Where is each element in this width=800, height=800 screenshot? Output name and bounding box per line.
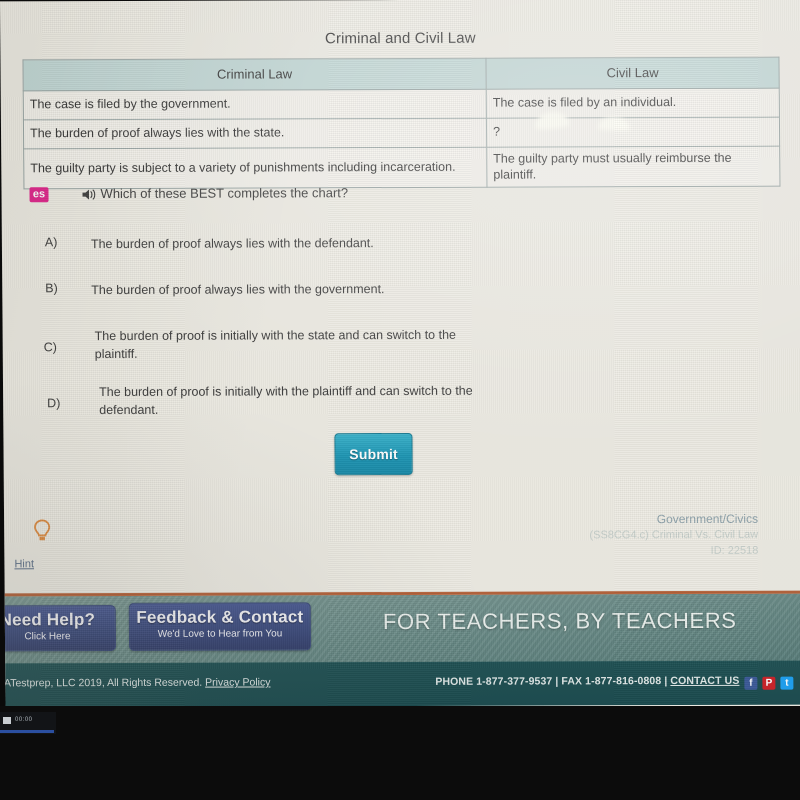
page-title: Criminal and Civil Law [324, 29, 476, 48]
table-header-row: Criminal Law Civil Law [22, 57, 780, 91]
taskbar-sliver[interactable]: 00:00 [0, 712, 56, 734]
copyright-label: USATestprep, LLC 2019, All Rights Reserv… [0, 676, 203, 690]
cell-civil-filed-by: The case is filed by an individual. [486, 88, 780, 119]
phone-fax-text: PHONE 1-877-377-9537 | FAX 1-877-816-080… [435, 675, 671, 688]
contact-info: PHONE 1-877-377-9537 | FAX 1-877-816-080… [435, 675, 794, 691]
footer-banner: Need Help? Click Here Feedback & Contact… [4, 590, 800, 667]
answer-choice-c[interactable]: C) The burden of proof is initially with… [3, 325, 800, 364]
comparison-table: Criminal Law Civil Law The case is filed… [22, 57, 780, 190]
need-help-title: Need Help? [4, 610, 96, 630]
speaker-icon[interactable] [81, 187, 97, 202]
choice-letter-b: B) [45, 281, 58, 296]
monitor-bezel [0, 706, 800, 800]
choice-text-d: The burden of proof is initially with th… [99, 383, 473, 418]
answer-choices: A) The burden of proof always lies with … [2, 233, 800, 440]
cell-criminal-filed-by: The case is filed by the government. [23, 89, 487, 120]
twitter-icon[interactable]: t [780, 676, 794, 690]
subject-label: Government/Civics [656, 511, 759, 527]
choice-letter-c: C) [43, 340, 57, 355]
column-header-civil-law: Civil Law [485, 57, 780, 90]
quiz-page: Criminal and Civil Law Criminal Law Civi… [0, 0, 800, 708]
cell-civil-punishment: The guilty party must usually reimburse … [486, 146, 780, 188]
question-row: es Which of these BEST completes the cha… [1, 184, 800, 209]
question-prompt: Which of these BEST completes the chart? [100, 185, 349, 202]
table-row: The guilty party is subject to a variety… [23, 146, 780, 190]
table-row: The case is filed by the government. The… [23, 88, 780, 120]
privacy-policy-link[interactable]: Privacy Policy [205, 676, 270, 688]
question-metadata: Government/Civics (SS8CG4.c) Criminal Vs… [589, 511, 758, 561]
need-help-button[interactable]: Need Help? Click Here [4, 604, 117, 652]
table-row: The burden of proof always lies with the… [23, 117, 780, 149]
choice-text-a: The burden of proof always lies with the… [90, 236, 374, 252]
photographed-screen: Criminal and Civil Law Criminal Law Civi… [0, 0, 800, 714]
standard-label: (SS8CG4.c) Criminal Vs. Civil Law [589, 529, 759, 542]
facebook-icon[interactable]: f [744, 676, 758, 690]
site-tagline: FOR TEACHERS, BY TEACHERS [382, 607, 737, 635]
footer-bar: USATestprep, LLC 2019, All Rights Reserv… [0, 660, 800, 708]
hint-link[interactable]: Hint [12, 558, 72, 570]
choice-text-b: The burden of proof always lies with the… [91, 282, 385, 298]
taskbar-label: 00:00 [15, 717, 33, 723]
question-id-label: ID: 22518 [710, 545, 759, 558]
feedback-subtitle: We'd Love to Hear from You [157, 628, 283, 640]
choice-letter-a: A) [44, 235, 58, 250]
submit-button[interactable]: Submit [334, 432, 413, 476]
answer-choice-a[interactable]: A) The burden of proof always lies with … [2, 233, 800, 262]
hint-control[interactable]: Hint [12, 518, 72, 570]
taskbar-active-indicator [0, 730, 54, 733]
choice-letter-d: D) [47, 396, 61, 411]
answer-choice-b[interactable]: B) The burden of proof always lies with … [2, 279, 800, 308]
spanish-translation-badge[interactable]: es [29, 187, 49, 203]
feedback-contact-button[interactable]: Feedback & Contact We'd Love to Hear fro… [128, 602, 312, 651]
choice-text-c: The burden of proof is initially with th… [94, 327, 456, 362]
cell-civil-burden-of-proof-missing: ? [486, 117, 780, 148]
copyright-text: USATestprep, LLC 2019, All Rights Reserv… [0, 676, 271, 689]
lightbulb-icon [12, 518, 72, 551]
taskbar-app-icon[interactable] [3, 717, 11, 724]
answer-choice-d[interactable]: D) The burden of proof is initially with… [3, 381, 800, 420]
cell-criminal-punishment: The guilty party is subject to a variety… [23, 147, 487, 190]
need-help-subtitle: Click Here [24, 631, 71, 643]
feedback-title: Feedback & Contact [136, 607, 304, 627]
cell-criminal-burden-of-proof: The burden of proof always lies with the… [23, 118, 487, 149]
contact-us-link[interactable]: CONTACT US [670, 675, 739, 687]
column-header-criminal-law: Criminal Law [22, 58, 487, 91]
pinterest-icon[interactable]: P [762, 676, 776, 690]
